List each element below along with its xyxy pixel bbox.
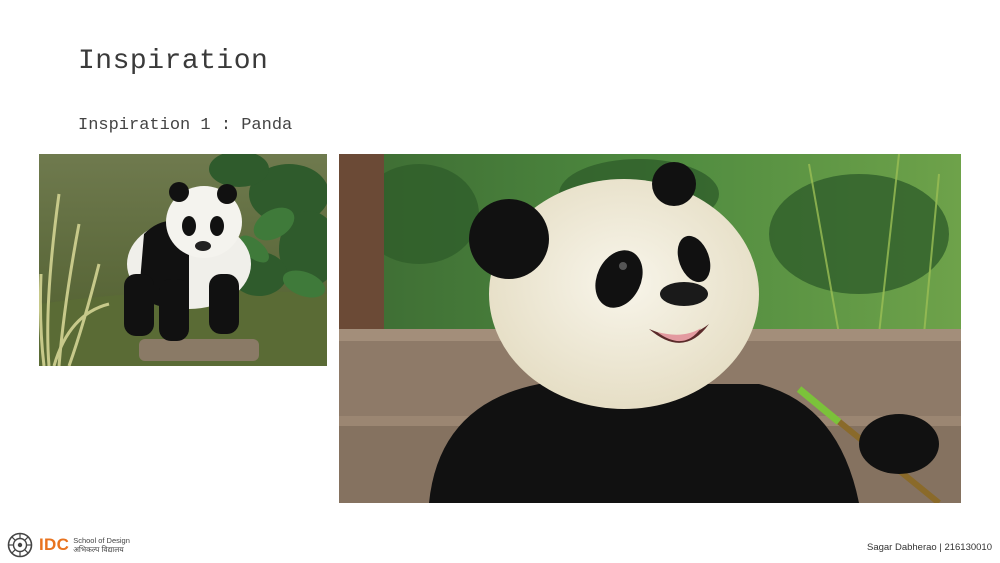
logo-acronym: IDC <box>39 535 70 554</box>
slide-subtitle: Inspiration 1 : Panda <box>78 116 293 135</box>
panda-eating-bamboo-photo <box>339 154 961 503</box>
logo-line-hindi: अभिकल्प विद्यालय <box>73 545 124 554</box>
slide-title: Inspiration <box>78 46 269 77</box>
idc-logo: IDC School of Design अभिकल्प विद्यालय <box>7 532 130 558</box>
author-credit: Sagar Dabherao | 216130010 <box>866 542 992 553</box>
panda-standing-photo <box>39 154 327 366</box>
logo-school-name: School of Design अभिकल्प विद्यालय <box>73 536 130 554</box>
logo-line-english: School of Design <box>73 536 130 545</box>
iit-emblem-icon <box>7 532 33 558</box>
slide: Inspiration Inspiration 1 : Panda IDC Sc… <box>0 0 1000 563</box>
